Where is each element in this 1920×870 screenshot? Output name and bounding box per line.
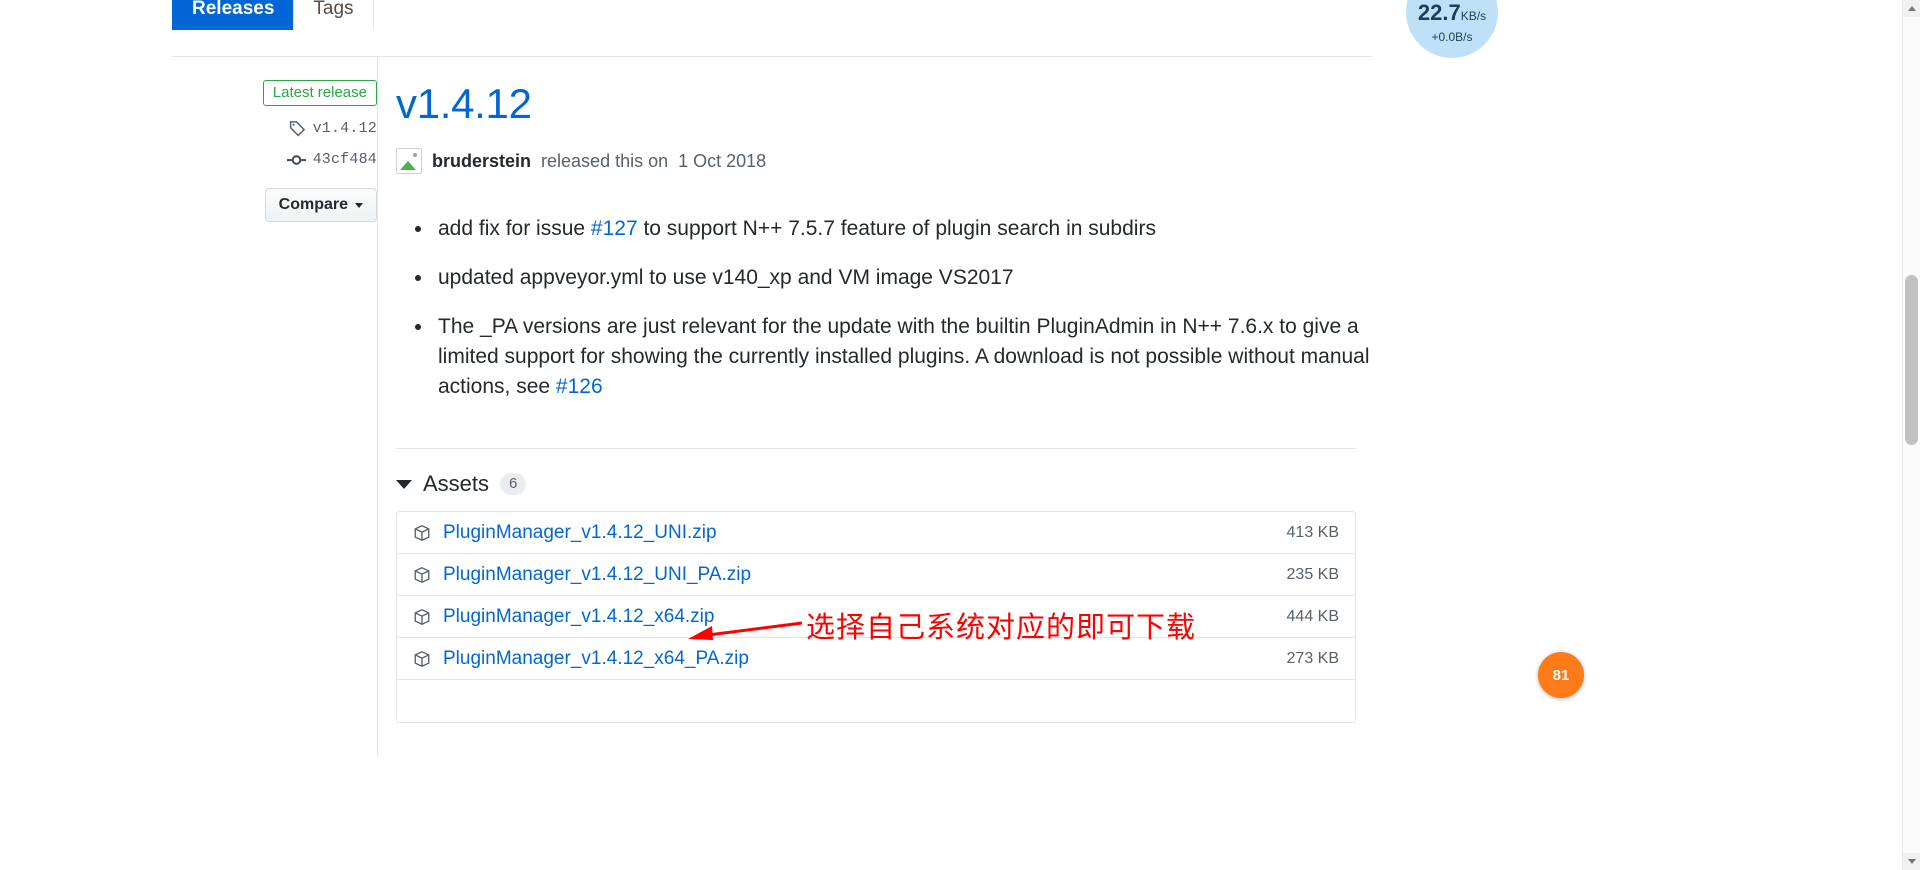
byline-middle-text: released this on — [541, 150, 669, 171]
compare-button-label: Compare — [278, 196, 348, 213]
package-icon — [413, 524, 431, 542]
annotation-text: 选择自己系统对应的即可下载 — [806, 610, 1197, 644]
asset-name-link[interactable]: PluginManager_v1.4.12_x64_PA.zip — [443, 648, 749, 670]
commit-sha: 43cf484 — [312, 151, 377, 168]
release-note-item: updated appveyor.yml to use v140_xp and … — [434, 263, 1372, 293]
corner-badge-label: 81 — [1552, 666, 1570, 684]
assets-divider — [396, 448, 1356, 449]
asset-size: 273 KB — [1286, 649, 1339, 667]
compare-button[interactable]: Compare — [264, 188, 377, 222]
tag-icon — [289, 120, 306, 137]
download-speed-widget[interactable]: 22.7KB/s +0.0B/s — [1406, 0, 1498, 58]
assets-count-badge: 6 — [500, 473, 527, 495]
scroll-up-arrow-icon[interactable] — [1903, 0, 1920, 17]
issue-link-126[interactable]: #126 — [556, 375, 603, 398]
release-byline: bruderstein released this on 1 Oct 2018 — [396, 148, 1372, 174]
asset-row[interactable]: PluginManager_v1.4.12_UNI_PA.zip 235 KB — [397, 554, 1355, 596]
asset-row-partial[interactable] — [397, 680, 1355, 722]
release-tabs: Releases Tags — [172, 0, 374, 30]
commit-icon — [286, 153, 306, 167]
release-sidebar: Latest release v1.4.12 43cf484 Compare — [172, 80, 377, 222]
asset-size: 444 KB — [1286, 607, 1339, 625]
page-scrollbar[interactable] — [1902, 0, 1920, 870]
assets-toggle[interactable]: Assets 6 — [396, 471, 1372, 497]
release-note-item: The _PA versions are just relevant for t… — [434, 312, 1372, 402]
speed-unit: KB/s — [1460, 9, 1487, 23]
arrow-left-icon — [688, 621, 803, 640]
tab-tags[interactable]: Tags — [293, 0, 374, 30]
tab-releases[interactable]: Releases — [172, 0, 295, 30]
issue-link-127[interactable]: #127 — [591, 217, 638, 240]
note-text: to support N++ 7.5.7 feature of plugin s… — [637, 217, 1156, 240]
latest-release-badge: Latest release — [262, 80, 377, 106]
chevron-down-icon — [355, 202, 363, 208]
release-page: Releases Tags Latest release v1.4.12 43c… — [0, 0, 1920, 870]
note-text: updated appveyor.yml to use v140_xp and … — [438, 266, 1014, 289]
tag-row[interactable]: v1.4.12 — [172, 120, 377, 137]
corner-badge[interactable]: 81 — [1538, 652, 1584, 698]
triangle-down-icon — [396, 479, 412, 489]
release-title[interactable]: v1.4.12 — [396, 80, 1372, 128]
asset-size: 413 KB — [1286, 523, 1339, 541]
column-divider — [377, 57, 378, 757]
tab-tags-label: Tags — [313, 0, 354, 19]
release-notes-list: add fix for issue #127 to support N++ 7.… — [396, 214, 1372, 402]
package-icon — [413, 650, 431, 668]
release-note-item: add fix for issue #127 to support N++ 7.… — [434, 214, 1372, 244]
download-speed-value: 22.7KB/s — [1418, 2, 1486, 27]
asset-size: 235 KB — [1286, 565, 1339, 583]
package-icon — [413, 608, 431, 626]
tabs-bottom-rule — [172, 56, 1372, 57]
download-speed-delta: +0.0B/s — [1431, 30, 1473, 44]
commit-row[interactable]: 43cf484 — [172, 151, 377, 168]
asset-name-link[interactable]: PluginManager_v1.4.12_UNI_PA.zip — [443, 564, 751, 586]
speed-number: 22.7 — [1417, 0, 1461, 25]
package-icon — [413, 566, 431, 584]
assets-label: Assets — [423, 471, 490, 496]
broken-image-avatar-icon — [396, 148, 422, 174]
scroll-down-arrow-icon[interactable] — [1903, 853, 1920, 870]
tab-releases-label: Releases — [192, 0, 275, 19]
note-text: add fix for issue — [438, 217, 591, 240]
release-author[interactable]: bruderstein — [432, 151, 531, 172]
release-date: 1 Oct 2018 — [678, 150, 767, 171]
asset-name-link[interactable]: PluginManager_v1.4.12_UNI.zip — [443, 522, 717, 544]
asset-name-link[interactable]: PluginManager_v1.4.12_x64.zip — [443, 606, 714, 628]
asset-row[interactable]: PluginManager_v1.4.12_UNI.zip 413 KB — [397, 512, 1355, 554]
scroll-thumb[interactable] — [1905, 275, 1918, 445]
tag-name: v1.4.12 — [312, 120, 377, 137]
